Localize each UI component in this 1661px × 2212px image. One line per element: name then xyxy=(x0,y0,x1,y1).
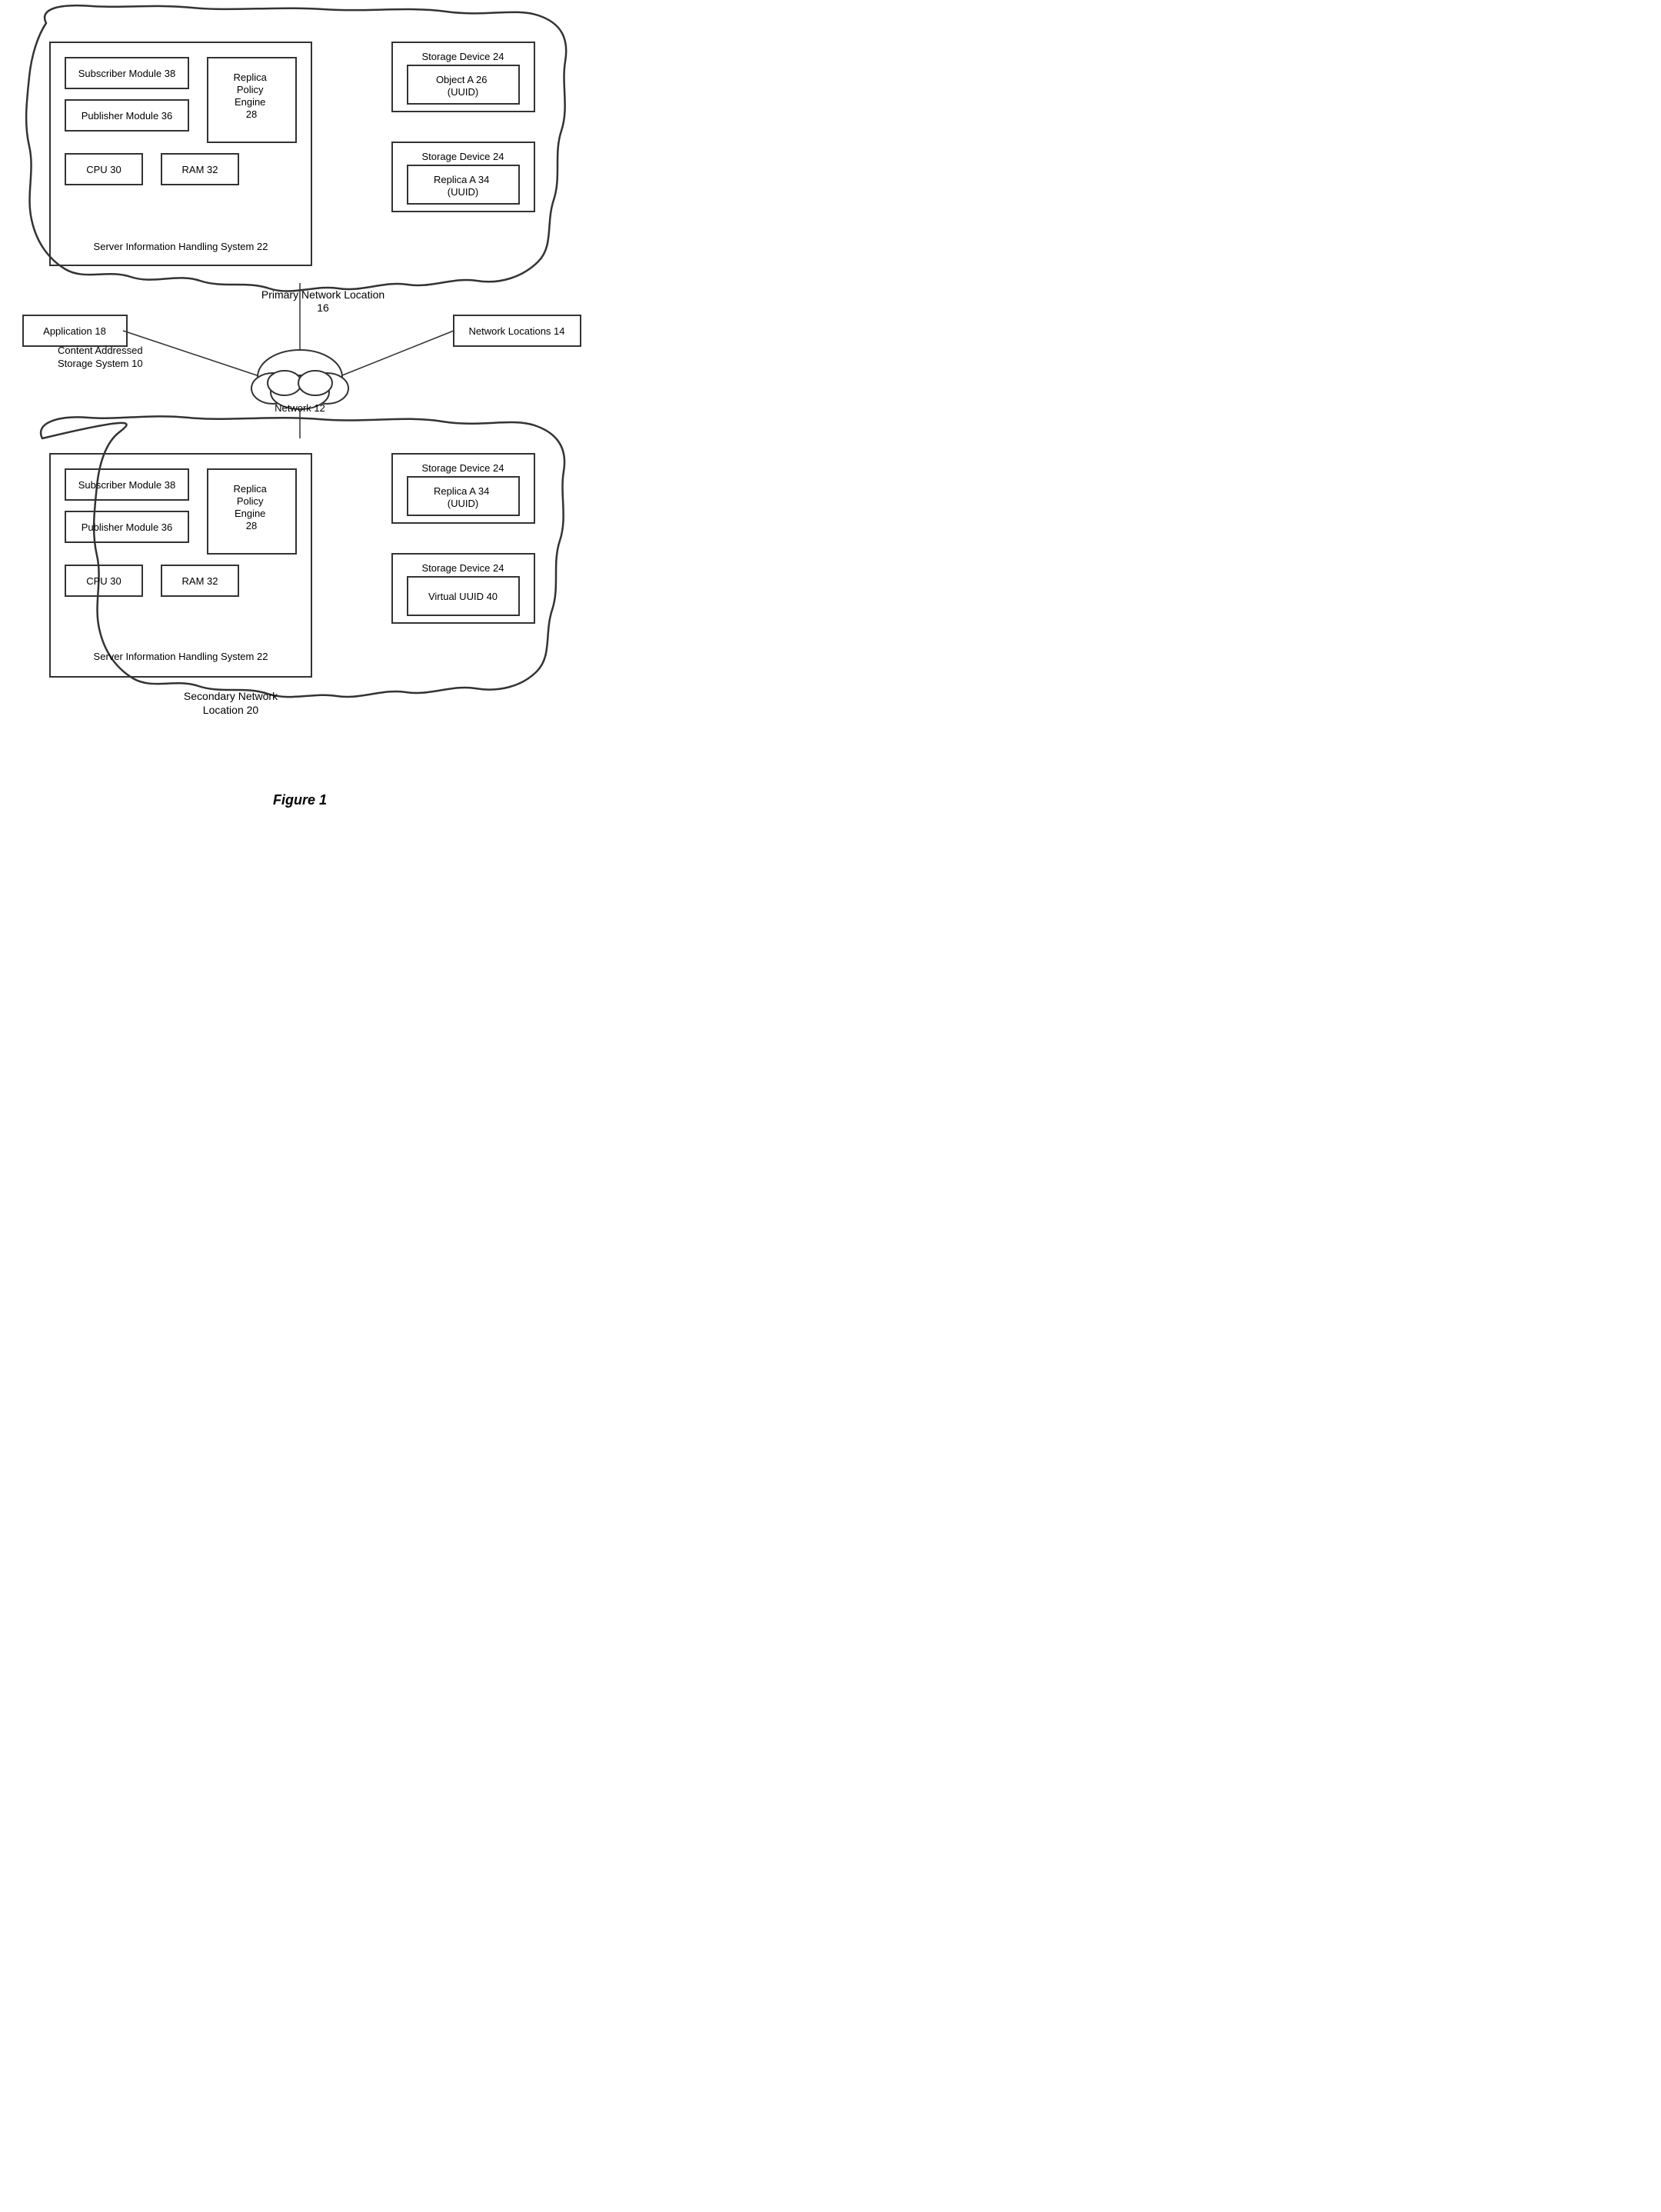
primary-ram-label: RAM 32 xyxy=(182,164,218,175)
network-locations-label: Network Locations 14 xyxy=(468,325,564,337)
secondary-location-label-1: Secondary Network xyxy=(184,690,278,702)
storage-device-2-label: Storage Device 24 xyxy=(422,151,504,162)
line-app-to-network xyxy=(123,331,261,377)
line-netloc-to-network xyxy=(338,331,454,377)
secondary-server-label: Server Information Handling System 22 xyxy=(94,651,268,662)
primary-subscriber-label: Subscriber Module 38 xyxy=(78,68,175,79)
network-label: Network 12 xyxy=(275,402,325,414)
storage-device-2-content: Replica A 34 (UUID) xyxy=(434,174,492,198)
secondary-subscriber-label: Subscriber Module 38 xyxy=(78,479,175,491)
secondary-ram-label: RAM 32 xyxy=(182,575,218,587)
storage-device-4-label: Storage Device 24 xyxy=(422,562,504,574)
network-cloud xyxy=(251,350,348,409)
secondary-location-label-2: Location 20 xyxy=(203,704,259,716)
primary-location-number: 16 xyxy=(317,301,329,314)
storage-device-1-label: Storage Device 24 xyxy=(422,51,504,62)
secondary-publisher-label: Publisher Module 36 xyxy=(82,521,173,533)
diagram: Subscriber Module 38 Publisher Module 36… xyxy=(0,0,600,785)
primary-location-label: Primary Network Location xyxy=(261,288,384,301)
cas-label-1: Content Addressed xyxy=(58,345,143,356)
primary-cpu-label: CPU 30 xyxy=(86,164,121,175)
storage-device-1-content: Object A 26 (UUID) xyxy=(436,74,490,98)
application-label: Application 18 xyxy=(43,325,106,337)
cas-label-2: Storage System 10 xyxy=(58,358,143,369)
figure-caption: Figure 1 xyxy=(0,792,600,824)
storage-device-3-content: Replica A 34 (UUID) xyxy=(434,485,492,509)
primary-server-label: Server Information Handling System 22 xyxy=(94,241,268,252)
secondary-replica-label: Replica Policy Engine 28 xyxy=(234,483,270,531)
storage-device-3-label: Storage Device 24 xyxy=(422,462,504,474)
figure-caption-text: Figure 1 xyxy=(273,792,327,808)
storage-device-4-content: Virtual UUID 40 xyxy=(428,591,498,602)
primary-replica-label: Replica Policy Engine 28 xyxy=(234,72,270,120)
primary-publisher-label: Publisher Module 36 xyxy=(82,110,173,122)
secondary-cpu-label: CPU 30 xyxy=(86,575,121,587)
